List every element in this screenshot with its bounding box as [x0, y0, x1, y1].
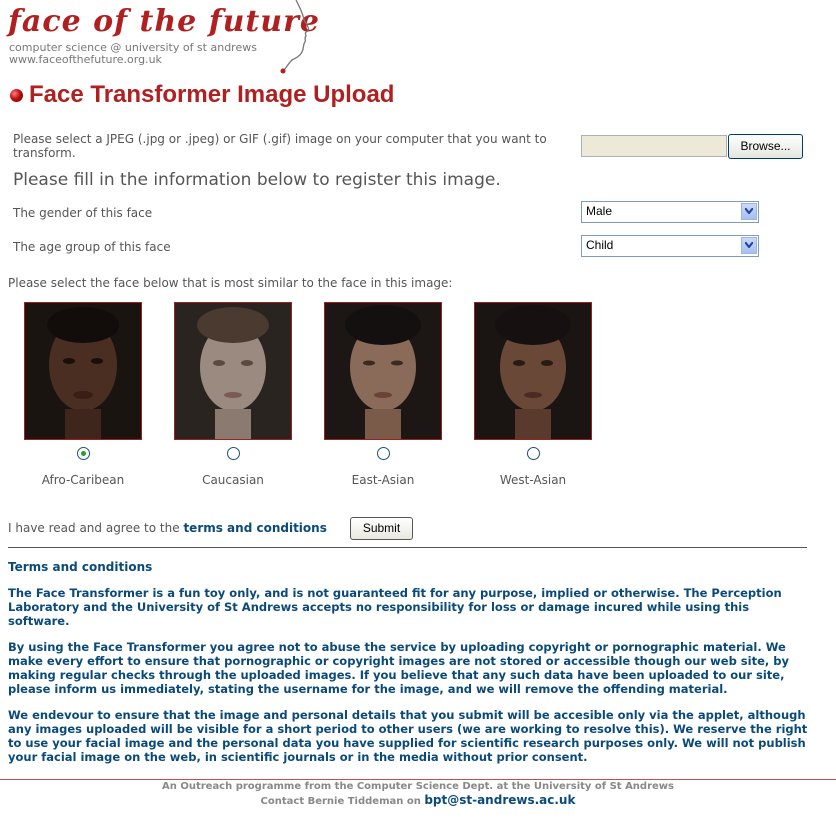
terms-paragraph-2: By using the Face Transformer you agree … [8, 640, 789, 696]
footer-divider [0, 779, 836, 780]
face-image-east-asian [324, 302, 442, 440]
face-option-west-asian: West-Asian [474, 302, 592, 487]
face-radio-caucasian[interactable] [226, 447, 240, 460]
face-radio-east-asian[interactable] [376, 447, 390, 460]
age-select[interactable]: Child [581, 235, 759, 257]
submit-button[interactable]: Submit [350, 517, 413, 540]
age-selected-value: Child [586, 238, 614, 252]
face-profile-icon [280, 0, 310, 74]
chevron-down-icon[interactable] [741, 237, 757, 254]
agree-text: I have read and agree to the terms and c… [8, 521, 327, 535]
page-title-row: Face Transformer Image Upload [10, 81, 394, 109]
face-radio-west-asian[interactable] [526, 447, 540, 460]
face-radio-afro-caribean[interactable] [76, 447, 90, 460]
register-heading: Please fill in the information below to … [13, 170, 501, 190]
chevron-down-icon[interactable] [741, 203, 757, 220]
site-logo[interactable]: face of the future computer science @ un… [0, 0, 330, 75]
face-option-east-asian: East-Asian [324, 302, 442, 487]
gender-select[interactable]: Male [581, 201, 759, 223]
gender-selected-value: Male [586, 204, 613, 218]
page-title: Face Transformer Image Upload [29, 81, 395, 108]
logo-url: www.faceofthefuture.org.uk [9, 53, 162, 66]
face-label-caucasian: Caucasian [202, 473, 264, 487]
footer-contact: Contact Bernie Tiddeman on bpt@st-andrew… [0, 793, 836, 807]
file-path-input[interactable] [581, 135, 727, 157]
terms-link[interactable]: terms and conditions [183, 521, 326, 535]
terms-section: Terms and conditions The Face Transforme… [8, 560, 808, 776]
face-label-afro-caribean: Afro-Caribean [41, 473, 125, 487]
similar-face-prompt: Please select the face below that is mos… [8, 276, 453, 290]
face-option-afro-caribean: Afro-Caribean [24, 302, 142, 487]
face-label-east-asian: East-Asian [351, 473, 415, 487]
browse-button[interactable]: Browse... [728, 134, 803, 159]
terms-paragraph-1: The Face Transformer is a fun toy only, … [8, 586, 782, 628]
face-image-west-asian [474, 302, 592, 440]
gender-label: The gender of this face [13, 206, 153, 220]
face-option-caucasian: Caucasian [174, 302, 292, 487]
terms-heading: Terms and conditions [8, 560, 153, 574]
face-image-afro-caribean [24, 302, 142, 440]
upload-instruction: Please select a JPEG (.jpg or .jpeg) or … [13, 132, 547, 160]
divider [8, 547, 807, 548]
age-label: The age group of this face [13, 240, 171, 254]
footer-contact-prefix: Contact Bernie Tiddeman on [260, 796, 425, 807]
footer-email-link[interactable]: bpt@st-andrews.ac.uk [424, 793, 575, 807]
agree-prefix: I have read and agree to the [8, 521, 184, 535]
face-image-caucasian [174, 302, 292, 440]
face-label-west-asian: West-Asian [499, 473, 567, 487]
bullet-icon [10, 88, 23, 102]
footer-outreach: An Outreach programme from the Computer … [161, 781, 674, 792]
terms-paragraph-3: We endevour to ensure that the image and… [8, 708, 808, 764]
